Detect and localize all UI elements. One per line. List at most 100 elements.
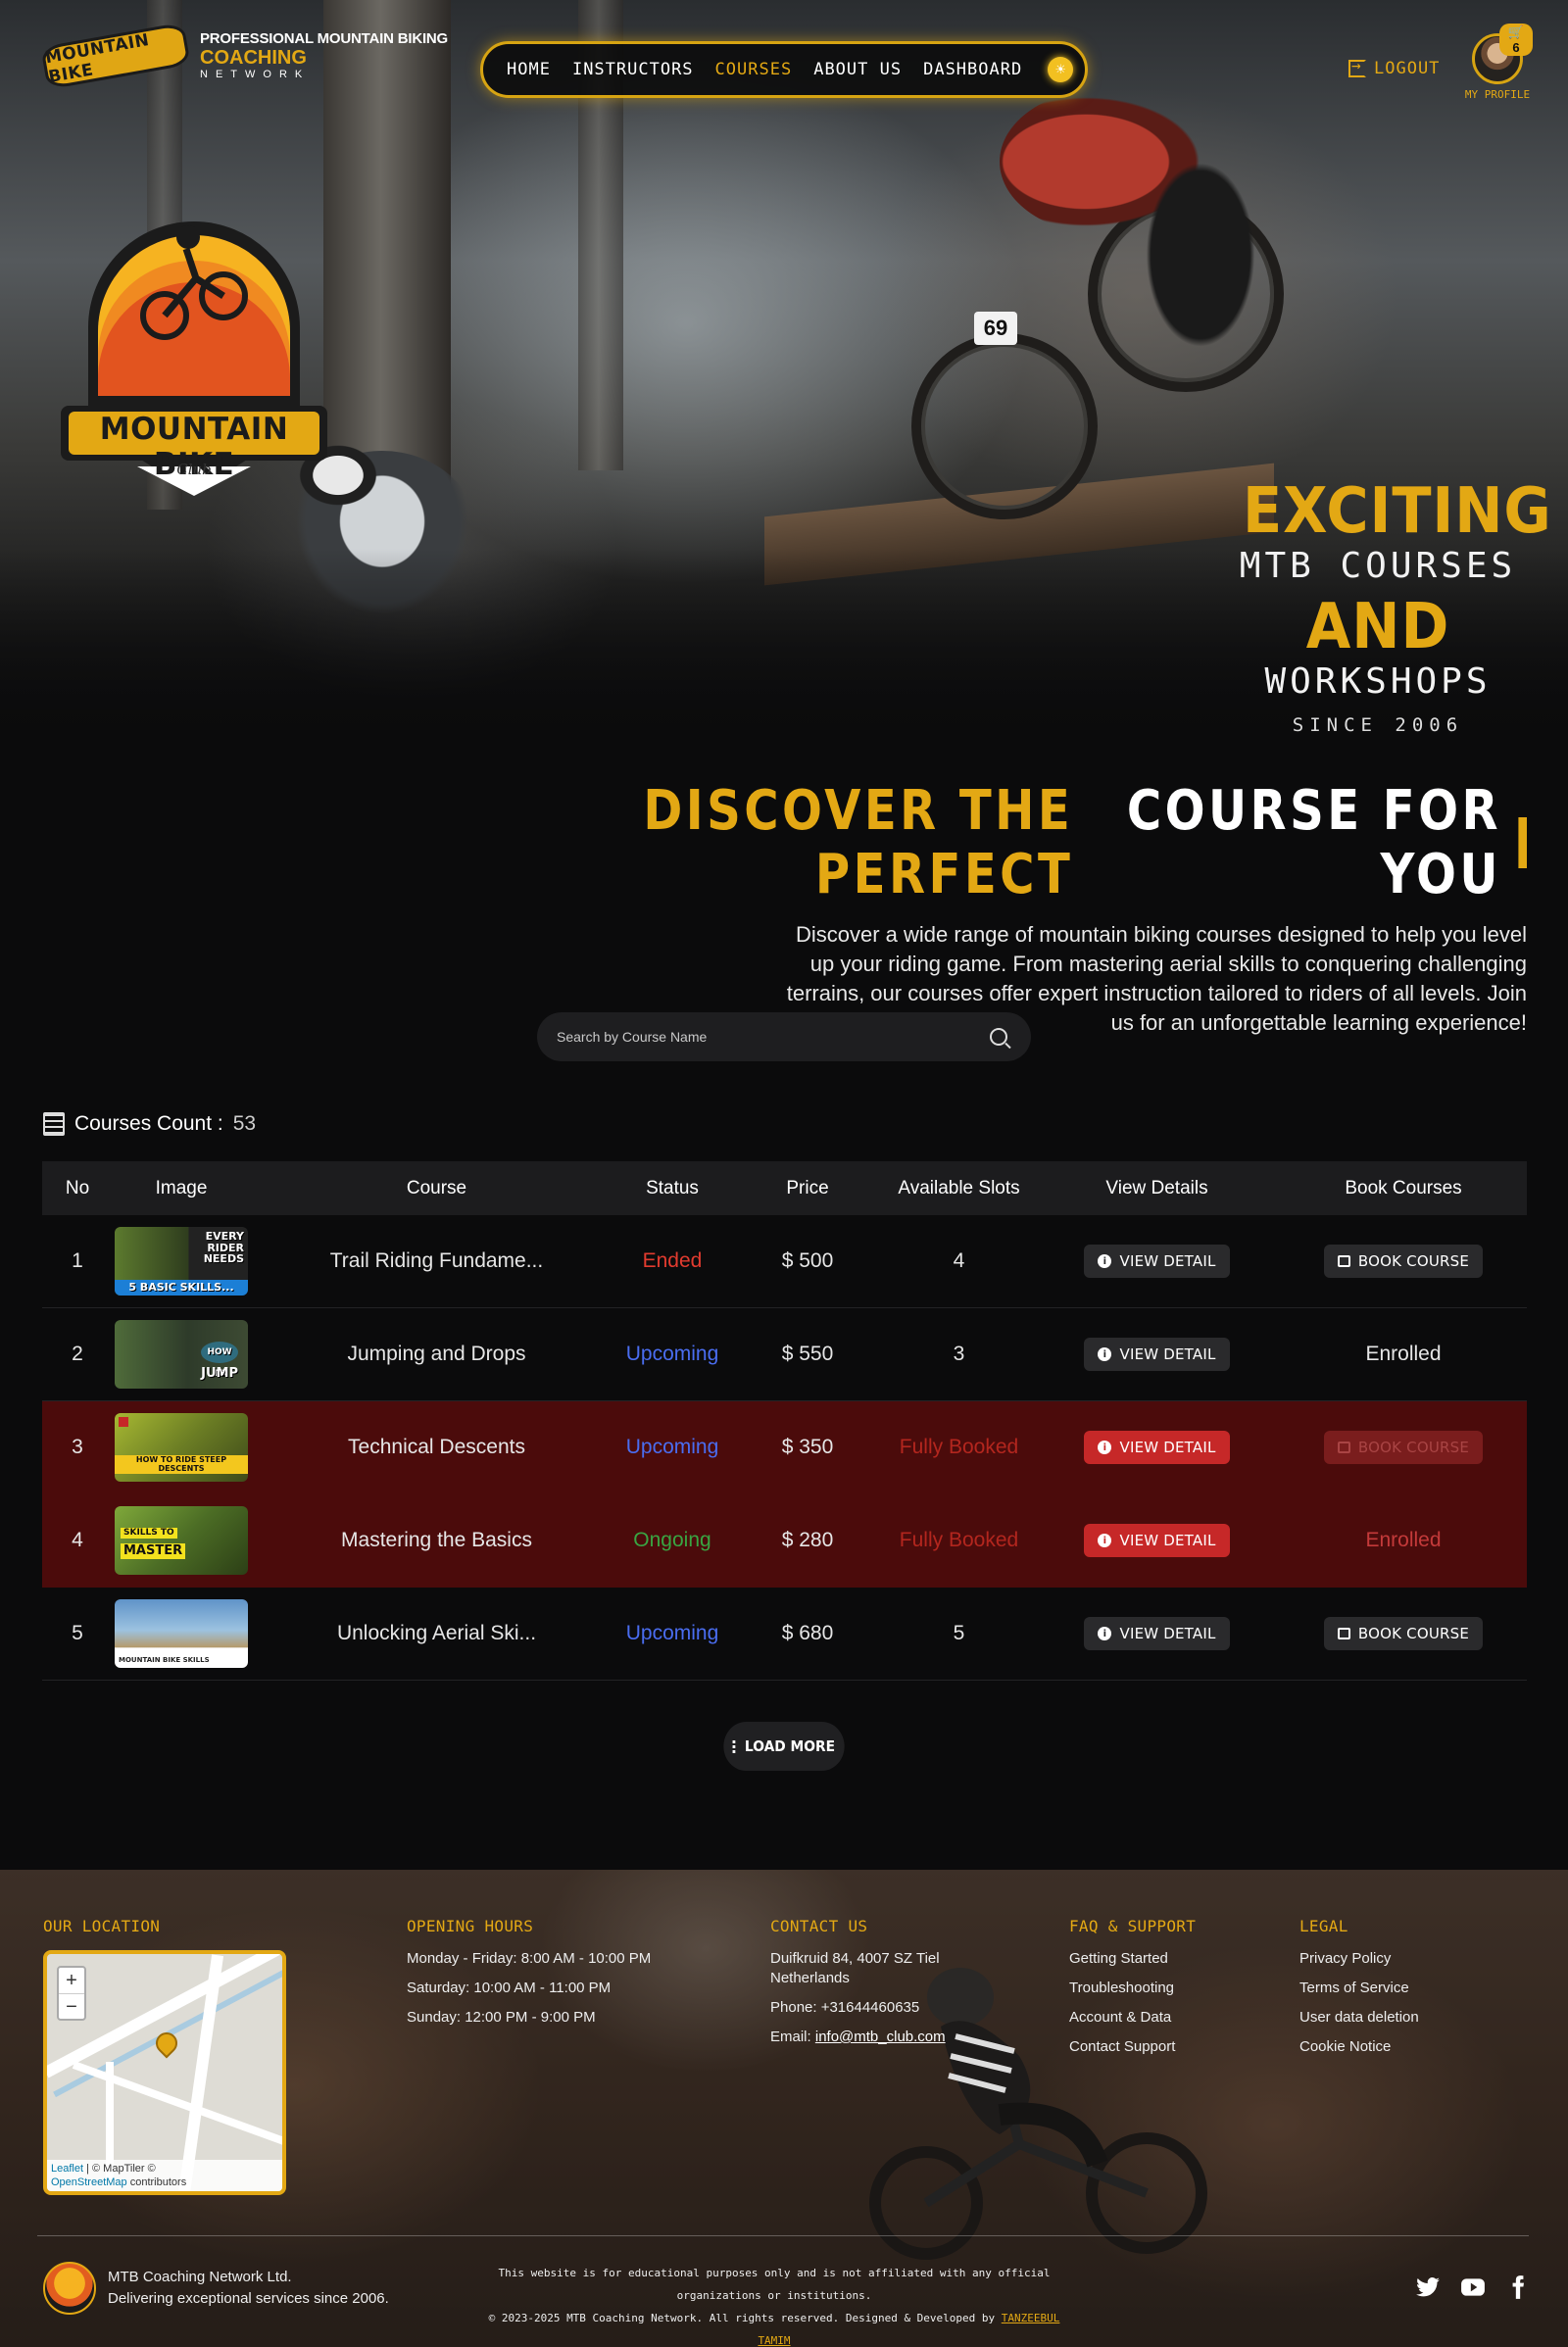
- legal-privacy-policy[interactable]: Privacy Policy: [1299, 1949, 1419, 1969]
- footer-hours: OPENING HOURS Monday - Friday: 8:00 AM -…: [407, 1917, 651, 2037]
- view-detail-button[interactable]: i VIEW DETAIL: [1084, 1431, 1230, 1464]
- course-name: Trail Riding Fundame...: [329, 1249, 544, 1272]
- nav-home[interactable]: HOME: [507, 60, 551, 79]
- cart-badge[interactable]: 🛒 6: [1499, 24, 1533, 56]
- view-detail-button[interactable]: i VIEW DETAIL: [1084, 1245, 1230, 1278]
- row-no: 5: [72, 1622, 83, 1644]
- course-name: Mastering the Basics: [341, 1529, 532, 1551]
- company-name: MTB Coaching Network Ltd.: [108, 2269, 292, 2285]
- faq-contact-support[interactable]: Contact Support: [1069, 2037, 1196, 2057]
- enrolled-status: Enrolled: [1365, 1343, 1442, 1365]
- table-row: 2 HOW TO JUMP Jumping and Drops Upcoming…: [42, 1308, 1527, 1401]
- site-brand[interactable]: MOUNTAIN BIKE PROFESSIONAL MOUNTAIN BIKI…: [40, 22, 448, 90]
- col-status: Status: [646, 1177, 699, 1198]
- book-course-label: BOOK COURSE: [1357, 1439, 1470, 1456]
- info-icon: i: [1098, 1534, 1112, 1547]
- thumb-text: EVERY RIDER NEEDS: [203, 1230, 244, 1266]
- thumb-text: HOW TO: [201, 1342, 238, 1379]
- faq-troubleshooting[interactable]: Troubleshooting: [1069, 1979, 1196, 1998]
- book-course-label: BOOK COURSE: [1357, 1625, 1470, 1642]
- load-more-button[interactable]: LOAD MORE: [723, 1722, 845, 1771]
- nav-instructors[interactable]: INSTRUCTORS: [572, 60, 694, 79]
- row-no: 3: [72, 1436, 83, 1458]
- legal-cookie-notice[interactable]: Cookie Notice: [1299, 2037, 1419, 2057]
- footer-company-info: MTB Coaching Network Ltd. Delivering exc…: [108, 2267, 389, 2310]
- nav-dashboard[interactable]: DASHBOARD: [923, 60, 1022, 79]
- faq-getting-started[interactable]: Getting Started: [1069, 1949, 1196, 1969]
- view-detail-label: VIEW DETAIL: [1119, 1532, 1216, 1549]
- facebook-icon[interactable]: [1505, 2274, 1531, 2300]
- location-title: OUR LOCATION: [43, 1917, 161, 1935]
- course-slots: 4: [953, 1249, 965, 1272]
- view-detail-button[interactable]: i VIEW DETAIL: [1084, 1524, 1230, 1557]
- location-map[interactable]: + − Leaflet | © MapTiler © OpenStreetMap…: [43, 1950, 286, 2195]
- course-search: [537, 1012, 1031, 1061]
- footer-faq: FAQ & SUPPORT Getting Started Troublesho…: [1069, 1917, 1196, 2067]
- row-no: 2: [72, 1343, 83, 1365]
- site-footer: OUR LOCATION + − Leaflet | © MapTiler © …: [0, 1870, 1568, 2347]
- legal-terms-of-service[interactable]: Terms of Service: [1299, 1979, 1419, 1998]
- theme-toggle-sun-icon[interactable]: ☀: [1048, 57, 1074, 82]
- courses-count-label: Courses Count :: [74, 1112, 223, 1135]
- view-detail-button[interactable]: i VIEW DETAIL: [1084, 1338, 1230, 1371]
- info-icon: i: [1098, 1254, 1112, 1268]
- hero-tagline: EXCITING MTB COURSES AND WORKSHOPS SINCE…: [1231, 480, 1551, 736]
- osm-link[interactable]: OpenStreetMap: [51, 2176, 127, 2188]
- brand-badge: MOUNTAIN BIKE: [40, 22, 191, 90]
- rider-legs: [1137, 147, 1264, 363]
- map-water: [53, 1954, 282, 2098]
- load-more-label: LOAD MORE: [744, 1737, 836, 1755]
- hero-line-mtb-courses: MTB COURSES: [1239, 546, 1517, 586]
- view-detail-label: VIEW DETAIL: [1119, 1625, 1216, 1642]
- view-detail-button[interactable]: i VIEW DETAIL: [1084, 1617, 1230, 1650]
- course-name: Unlocking Aerial Ski...: [336, 1622, 537, 1644]
- copyright: © 2023-2025 MTB Coaching Network. All ri…: [488, 2312, 996, 2324]
- social-links: [1415, 2274, 1531, 2300]
- logout-icon: [1348, 56, 1366, 77]
- zoom-out-button[interactable]: −: [59, 1993, 84, 2019]
- nav-courses[interactable]: COURSES: [715, 60, 793, 79]
- course-slots: Fully Booked: [899, 1529, 1019, 1551]
- logout-button[interactable]: LOGOUT: [1348, 56, 1440, 78]
- contact-email-link[interactable]: info@mtb_club.com: [815, 2029, 946, 2045]
- nav-about-us[interactable]: ABOUT US: [813, 60, 902, 79]
- view-detail-label: VIEW DETAIL: [1119, 1345, 1216, 1363]
- hero-line-and: AND: [1305, 590, 1450, 663]
- course-slots: 3: [953, 1343, 965, 1365]
- course-status: Ongoing: [633, 1529, 711, 1551]
- course-thumbnail[interactable]: MOUNTAIN BIKE SKILLS: [115, 1599, 248, 1668]
- search-input[interactable]: [557, 1029, 990, 1045]
- course-price: $ 280: [781, 1529, 834, 1551]
- footer-logo[interactable]: [43, 2262, 96, 2315]
- course-slots: Fully Booked: [899, 1436, 1019, 1458]
- discover-section: DISCOVER THE PERFECT COURSE FOR YOU Disc…: [351, 779, 1527, 1038]
- book-course-button[interactable]: BOOK COURSE: [1323, 1617, 1484, 1650]
- profile-label[interactable]: MY PROFILE: [1462, 88, 1533, 101]
- thumb-sub: HOW TO RIDE STEEP DESCENTS: [115, 1455, 248, 1474]
- courses-table: No Image Course Status Price Available S…: [42, 1161, 1527, 1681]
- leaflet-link[interactable]: Leaflet: [51, 2163, 83, 2175]
- zoom-in-button[interactable]: +: [59, 1968, 84, 1993]
- disclaimer: This website is for educational purposes…: [498, 2267, 1051, 2302]
- course-thumbnail[interactable]: EVERY RIDER NEEDS 5 BASIC SKILLS...: [115, 1227, 248, 1296]
- course-thumbnail[interactable]: HOW TO JUMP: [115, 1320, 248, 1389]
- list-icon: [43, 1112, 65, 1136]
- legal-user-data-deletion[interactable]: User data deletion: [1299, 2008, 1419, 2028]
- book-course-button[interactable]: BOOK COURSE: [1323, 1245, 1484, 1278]
- thumb-sub: MASTER: [121, 1543, 186, 1559]
- view-detail-label: VIEW DETAIL: [1119, 1252, 1216, 1270]
- bike-wheel: [911, 333, 1098, 519]
- book-icon: [1337, 1628, 1350, 1639]
- course-name: Jumping and Drops: [347, 1343, 526, 1365]
- search-icon[interactable]: [990, 1028, 1007, 1046]
- contact-phone: Phone: +31644460635: [770, 1999, 920, 2016]
- contact-email-row: Email: info@mtb_club.com: [770, 2028, 956, 2047]
- faq-account-data[interactable]: Account & Data: [1069, 2008, 1196, 2028]
- table-row: 4 SKILLS TO MASTER Mastering the Basics …: [42, 1494, 1527, 1588]
- profile-menu[interactable]: 🛒 6 MY PROFILE: [1462, 24, 1533, 101]
- hours-weekday: Monday - Friday: 8:00 AM - 10:00 PM: [407, 1950, 652, 1967]
- course-thumbnail[interactable]: HOW TO RIDE STEEP DESCENTS: [115, 1413, 248, 1482]
- youtube-icon[interactable]: [1460, 2274, 1486, 2300]
- course-thumbnail[interactable]: SKILLS TO MASTER: [115, 1506, 248, 1575]
- twitter-icon[interactable]: [1415, 2274, 1441, 2300]
